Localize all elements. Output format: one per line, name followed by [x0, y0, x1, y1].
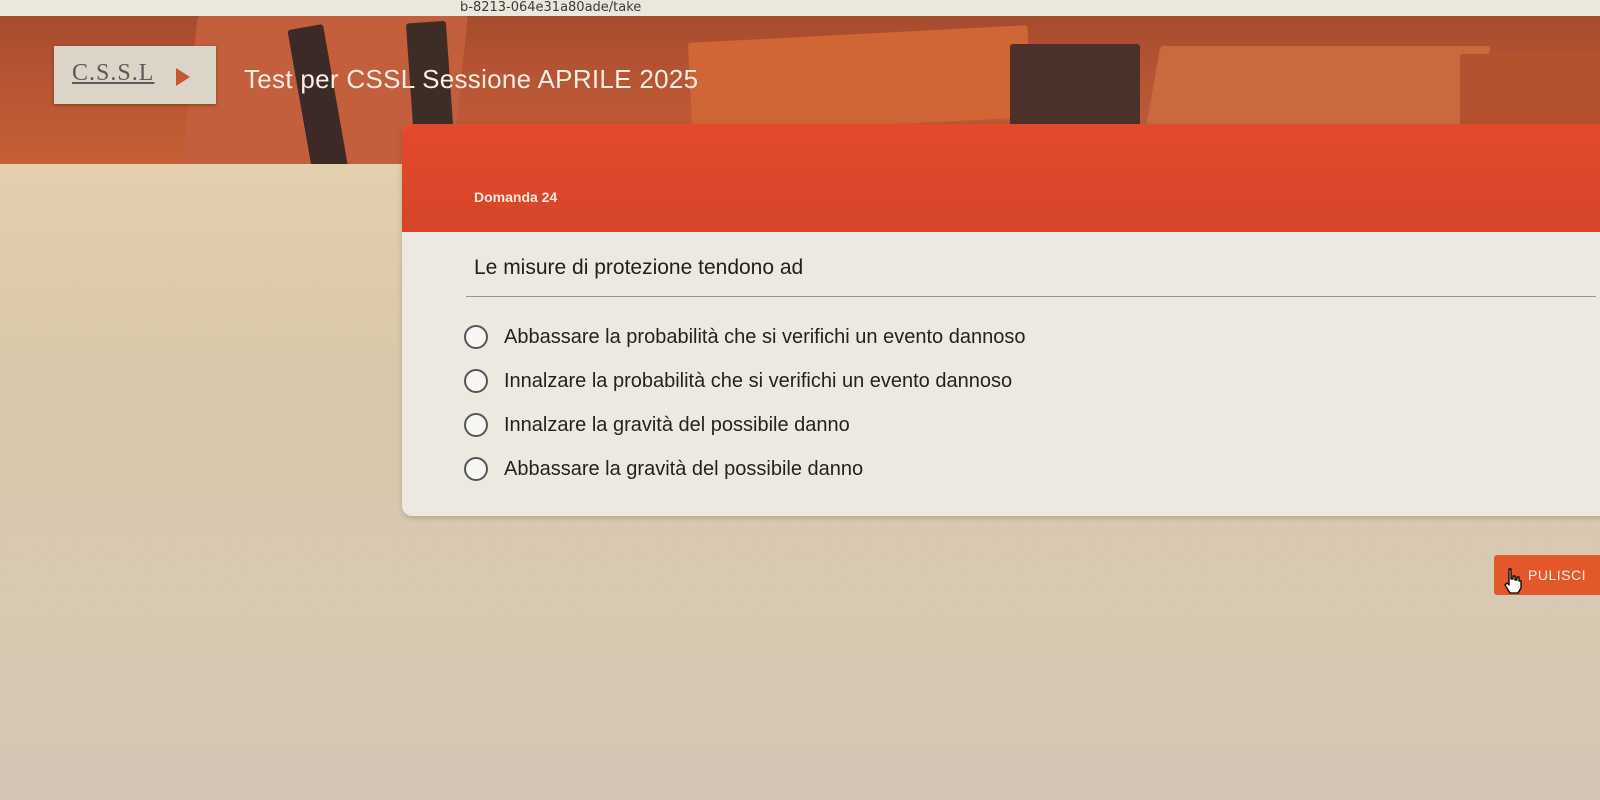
answer-option-label: Innalzare la gravità del possibile danno — [504, 413, 850, 436]
radio-empty-icon[interactable] — [464, 325, 488, 349]
answer-option-label: Abbassare la probabilità che si verifich… — [504, 325, 1026, 348]
clear-button-label: PULISCI — [1528, 567, 1586, 583]
hand-pointer-icon — [1504, 568, 1522, 594]
answer-option-label: Abbassare la gravità del possibile danno — [504, 457, 864, 480]
play-arrow-icon — [176, 68, 190, 86]
question-divider — [466, 296, 1596, 297]
banner-decoration — [687, 25, 1033, 135]
question-card: Domanda 24 Le misure di protezione tendo… — [402, 124, 1600, 516]
radio-empty-icon[interactable] — [464, 457, 488, 481]
address-url-text: b-8213-064e31a80ade/take — [460, 0, 642, 15]
answer-option[interactable]: Innalzare la gravità del possibile danno — [464, 408, 1164, 442]
question-header: Domanda 24 — [402, 124, 1600, 232]
answer-option[interactable]: Abbassare la probabilità che si verifich… — [464, 320, 1164, 354]
logo-text: C.S.S.L — [72, 60, 155, 86]
page-title: Test per CSSL Sessione APRILE 2025 — [244, 64, 699, 94]
cssl-logo[interactable]: C.S.S.L — [54, 46, 216, 104]
answer-option[interactable]: Innalzare la probabilità che si verifich… — [464, 364, 1164, 398]
question-text: Le misure di protezione tendono ad — [474, 256, 804, 279]
answer-option-label: Innalzare la probabilità che si verifich… — [504, 369, 1013, 392]
answer-option[interactable]: Abbassare la gravità del possibile danno — [464, 452, 1164, 486]
radio-empty-icon[interactable] — [464, 413, 488, 437]
browser-address-bar[interactable]: b-8213-064e31a80ade/take — [0, 0, 1600, 17]
radio-empty-icon[interactable] — [464, 369, 488, 393]
question-number: Domanda 24 — [474, 189, 558, 205]
